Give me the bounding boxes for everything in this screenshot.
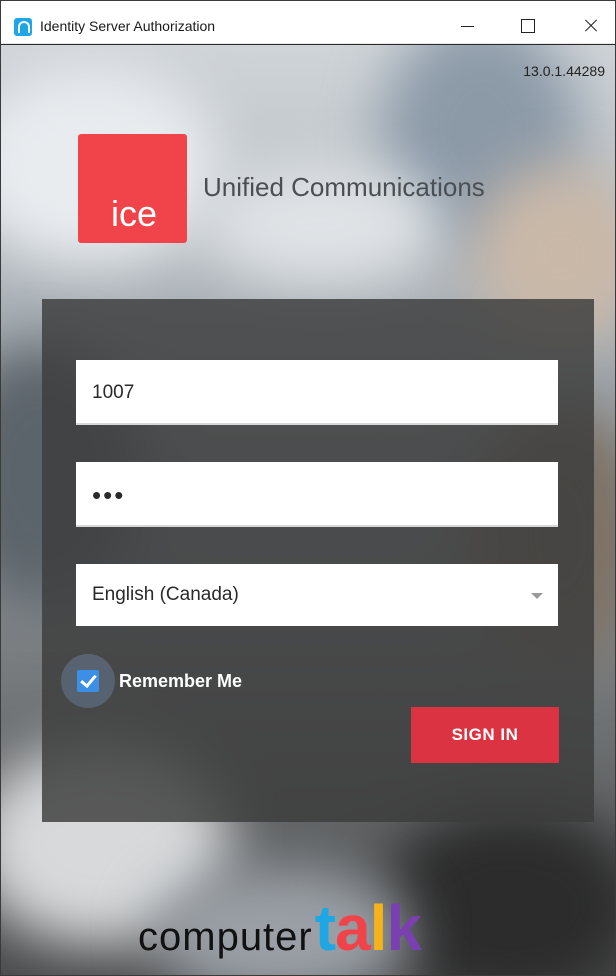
sign-in-button[interactable]: SIGN IN <box>411 707 559 763</box>
maximize-button[interactable] <box>505 13 551 39</box>
brand-computer-text: computer <box>138 915 313 959</box>
window-title: Identity Server Authorization <box>40 18 216 34</box>
language-select[interactable]: English (Canada) <box>76 564 558 626</box>
headset-app-icon <box>14 18 32 36</box>
password-value: ••• <box>92 480 126 510</box>
minimize-button[interactable] <box>444 13 490 39</box>
brand-letter-a: a <box>335 892 371 964</box>
chevron-down-icon <box>531 593 543 599</box>
ice-logo-text: ice <box>111 193 158 234</box>
title-bar[interactable]: Identity Server Authorization <box>1 1 615 44</box>
username-field[interactable]: 1007 <box>76 360 558 425</box>
version-label: 13.0.1.44289 <box>523 63 605 79</box>
brand-letter-l: l <box>369 892 388 964</box>
product-name: Unified Communications <box>203 172 485 202</box>
close-button[interactable] <box>567 13 613 39</box>
brand-talk-text: talk <box>315 896 422 960</box>
username-value: 1007 <box>92 382 135 403</box>
remember-me-label[interactable]: Remember Me <box>119 671 242 692</box>
brand-letter-k: k <box>386 892 422 964</box>
password-field[interactable]: ••• <box>76 462 558 527</box>
remember-me-checkbox[interactable] <box>77 670 99 692</box>
computertalk-logo: computer talk <box>138 896 422 960</box>
brand-letter-t: t <box>314 892 336 964</box>
language-value: English (Canada) <box>92 584 239 605</box>
login-window: Identity Server Authorization 13.0.1.442… <box>0 0 616 976</box>
